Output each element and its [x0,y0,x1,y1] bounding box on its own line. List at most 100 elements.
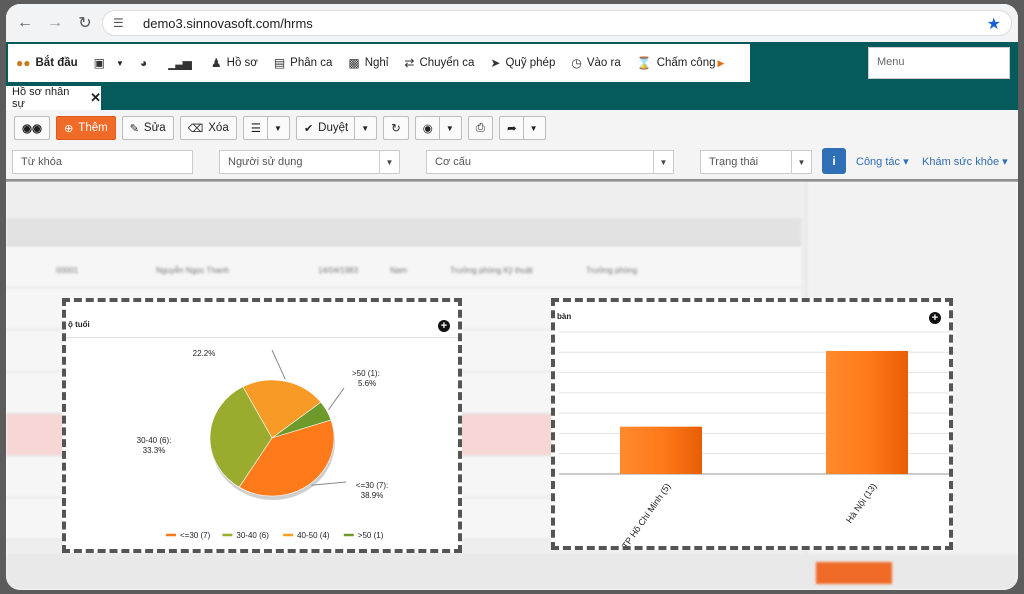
list-icon: ▤ [273,56,286,70]
refresh-button[interactable]: ↻ [383,116,409,140]
legend-item[interactable]: 30-40 (6) [236,531,269,540]
user-select-label: Người sử dụng [228,156,303,168]
edit-button[interactable]: ✎ Sửa [121,116,174,140]
rocket-icon: ➤ [490,56,501,70]
chevron-down-icon: ▼ [653,151,673,173]
menu-item-reports[interactable]: ▁▃▅ [160,44,203,82]
view-button[interactable]: ◉ ▼ [414,116,462,140]
bookmark-star-icon[interactable]: ★ [987,14,1001,34]
dashboard-icon: ◕ [139,56,148,70]
location-bar-chart-panel: bàn + TP Hồ Chí Minh (5) Hà Nội (13) [551,298,953,550]
bar-chart: TP Hồ Chí Minh (5) Hà Nội (13) [559,331,949,546]
label-30-40-pct: 33.3% [143,446,166,455]
address-bar[interactable]: ☰ demo3.sinnovasoft.com/hrms ★ [102,10,1012,36]
binoculars-icon: ◉◉ [22,123,43,135]
menu-item-shift-change[interactable]: ⇄ Chuyển ca [396,44,482,82]
x-tick-label: TP Hồ Chí Minh (5) [620,481,673,546]
site-settings-icon[interactable]: ☰ [113,16,131,30]
menu-item-label: Quỹ phép [505,57,556,69]
action-toolbar: ◉◉ ⊕ Thêm ✎ Sửa ⌫ Xóa ☰ ▼ ✔ Duyệt ▼ ↻ ◉ … [6,110,1018,146]
id-card-icon: ▩ [348,56,360,70]
x-tick-label: Hà Nội (13) [844,481,879,524]
info-icon[interactable]: i [822,148,846,174]
url-text: demo3.sinnovasoft.com/hrms [143,15,313,31]
exchange-icon: ⇄ [404,56,415,70]
clock-icon: ◷ [571,56,582,70]
user-select[interactable]: Người sử dụng ▼ [219,150,400,174]
cell: Trưởng phòng Kỹ thuật [450,266,533,275]
menu-item-in-out[interactable]: ◷ Vào ra [563,44,628,82]
filter-bar: Từ khóa Người sử dụng ▼ Cơ cấu ▼ Trạng t… [6,146,1018,180]
menu-item-label: Chuyển ca [419,57,475,69]
chevron-down-icon[interactable]: ▼ [354,117,369,139]
menu-item-dashboard[interactable]: ◕ [132,44,160,82]
table-header [6,218,801,246]
hourglass-icon: ⌛ [636,56,652,70]
chevron-down-icon[interactable]: ▼ [438,117,454,139]
reload-icon[interactable]: ↻ [74,12,96,34]
status-select[interactable]: Trạng thái ▼ [700,150,812,174]
contract-button[interactable] [816,562,892,584]
share-button[interactable]: ➦ ▼ [498,116,546,140]
health-link-label: Khám sức khỏe [922,156,1000,168]
add-button[interactable]: ⊕ Thêm [56,116,116,140]
cell: Nam [390,266,407,275]
chevron-down-icon[interactable]: ▼ [522,117,538,139]
hamburger-icon: ☰ [250,123,262,135]
share-icon: ➦ [506,123,517,135]
printer-icon: ⎙ [475,121,485,134]
refresh-icon: ↻ [391,123,401,135]
keyword-input[interactable]: Từ khóa [12,150,193,174]
work-link[interactable]: Công tác ▾ [856,155,909,168]
legend-item[interactable]: >50 (1) [358,531,384,540]
table-row[interactable]: 00001 Nguyễn Ngọc Thanh 14/04/1983 Nam T… [6,246,801,288]
legend-item[interactable]: <=30 (7) [180,531,211,540]
delete-label: Xóa [208,122,229,134]
menu-item-modules[interactable]: ▣ ▼ [86,44,132,82]
cell: Nguyễn Ngọc Thanh [156,266,230,275]
delete-button[interactable]: ⌫ Xóa [179,116,237,140]
menu-item-leave-fund[interactable]: ➤ Quỹ phép [482,44,563,82]
chevron-down-icon: ▼ [116,58,124,68]
chevron-down-icon: ▼ [379,151,399,173]
check-circle-icon: ✔ [303,122,314,135]
search-button[interactable]: ◉◉ [14,116,51,140]
cube-icon: ▣ [93,56,106,70]
menu-item-profile[interactable]: ♟ Hồ sơ [203,44,266,82]
tab-employee-profile[interactable]: Hồ sơ nhân sự ✕ [6,86,101,110]
leader-over-50 [328,387,345,411]
trash-icon: ⌫ [187,122,204,135]
bar-0[interactable] [620,426,702,474]
age-pie-chart-panel: ộ tuổi + 22.2% >50 (1): 5.6% 30-40 (6): 33.3… [62,298,462,553]
leader-40-50 [271,349,286,380]
approve-button[interactable]: ✔ Duyệt ▼ [295,116,378,140]
menu-item-shift[interactable]: ▤ Phân ca [266,44,341,82]
menu-item-leave[interactable]: ▩ Nghỉ [340,44,396,82]
legend-item[interactable]: 40-50 (4) [297,531,330,540]
close-icon[interactable]: ✕ [90,90,101,106]
menu-item-label: Hồ sơ [226,57,258,69]
bar-1[interactable] [826,350,908,474]
print-button[interactable]: ⎙ [467,116,493,140]
cell: 00001 [56,266,79,275]
user-icon: ♟ [210,56,222,70]
users-icon: ●● [16,56,31,70]
health-link[interactable]: Khám sức khỏe ▾ [922,155,1008,168]
structure-select-label: Cơ cấu [435,156,471,168]
pencil-icon: ✎ [129,122,139,135]
label-22: 22.2% [193,349,216,358]
list-menu-button[interactable]: ☰ ▼ [242,116,290,140]
structure-select[interactable]: Cơ cấu ▼ [426,150,674,174]
more-arrow-icon[interactable]: ▶ [716,58,725,69]
menu-item-timekeeping[interactable]: ⌛ Chấm công ▶ [629,44,733,82]
approve-label: Duyệt [318,122,349,134]
menu-search-input[interactable]: Menu [868,47,1010,79]
cell: Trưởng phòng [586,266,638,275]
forward-icon[interactable]: → [44,12,66,34]
menu-item-start[interactable]: ●● Bắt đầu [8,44,86,82]
menu-item-label: Chấm công [656,57,716,69]
back-icon[interactable]: ← [14,12,36,34]
chevron-down-icon[interactable]: ▼ [267,117,282,139]
menu-item-label: Nghỉ [364,57,389,69]
app-menu-bar: ●● Bắt đầu ▣ ▼ ◕ ▁▃▅ ♟ Hồ sơ ▤ Phân ca ▩… [6,42,1018,86]
